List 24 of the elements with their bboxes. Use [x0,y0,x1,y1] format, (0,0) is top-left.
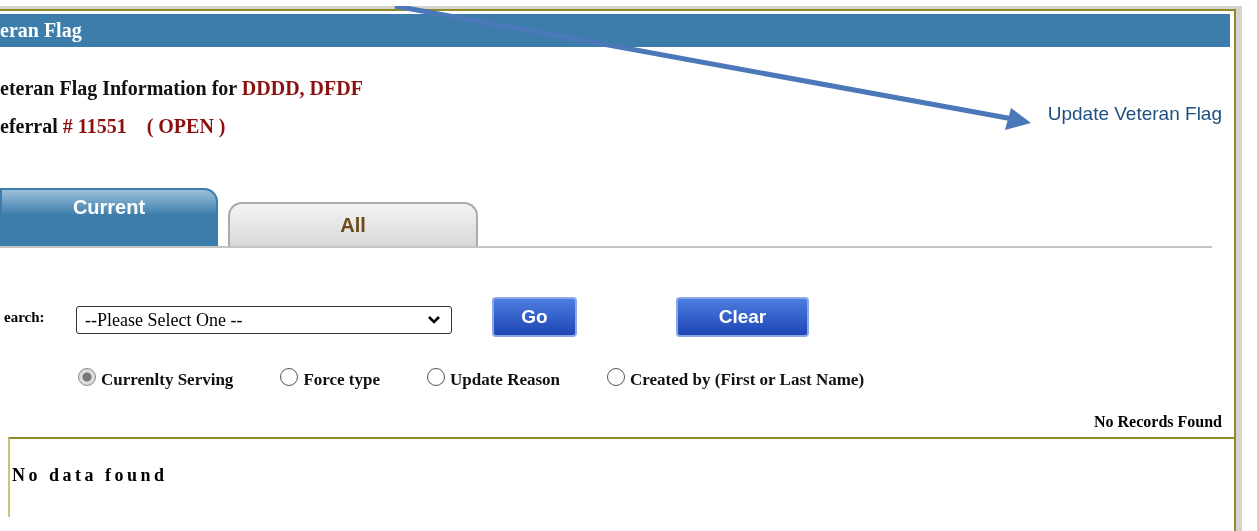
radio-label: Currenlty Serving [101,370,234,390]
go-button[interactable]: Go [492,297,577,337]
referral-label: eferral [0,115,59,137]
referral-number: # 11551 [62,115,127,137]
chevron-icon [427,315,441,325]
info-label: eteran Flag Information for [0,77,238,99]
veteran-name: DDDD, DFDF [241,77,363,99]
radio-label: Created by (First or Last Name) [630,370,865,390]
update-link[interactable]: Update Veteran Flag [1047,103,1222,153]
empty-message: No data found [12,465,168,485]
header-title: eran Flag [0,19,82,42]
search-label: earch: [4,308,46,326]
search-dropdown[interactable]: --Please Select One -- [76,306,452,334]
clear-button[interactable]: Clear [676,297,809,337]
referral-status: ( OPEN ) [146,115,226,137]
tab[interactable]: All [228,202,478,246]
tab[interactable]: Current [0,188,218,246]
radio-button[interactable] [607,368,626,386]
radio-button[interactable] [78,368,96,386]
radio-label: Update Reason [450,370,561,390]
records-status: No Records Found [1094,413,1222,430]
radio-button[interactable] [280,368,299,386]
radio-button[interactable] [427,368,445,386]
radio-label: Force type [303,370,380,390]
